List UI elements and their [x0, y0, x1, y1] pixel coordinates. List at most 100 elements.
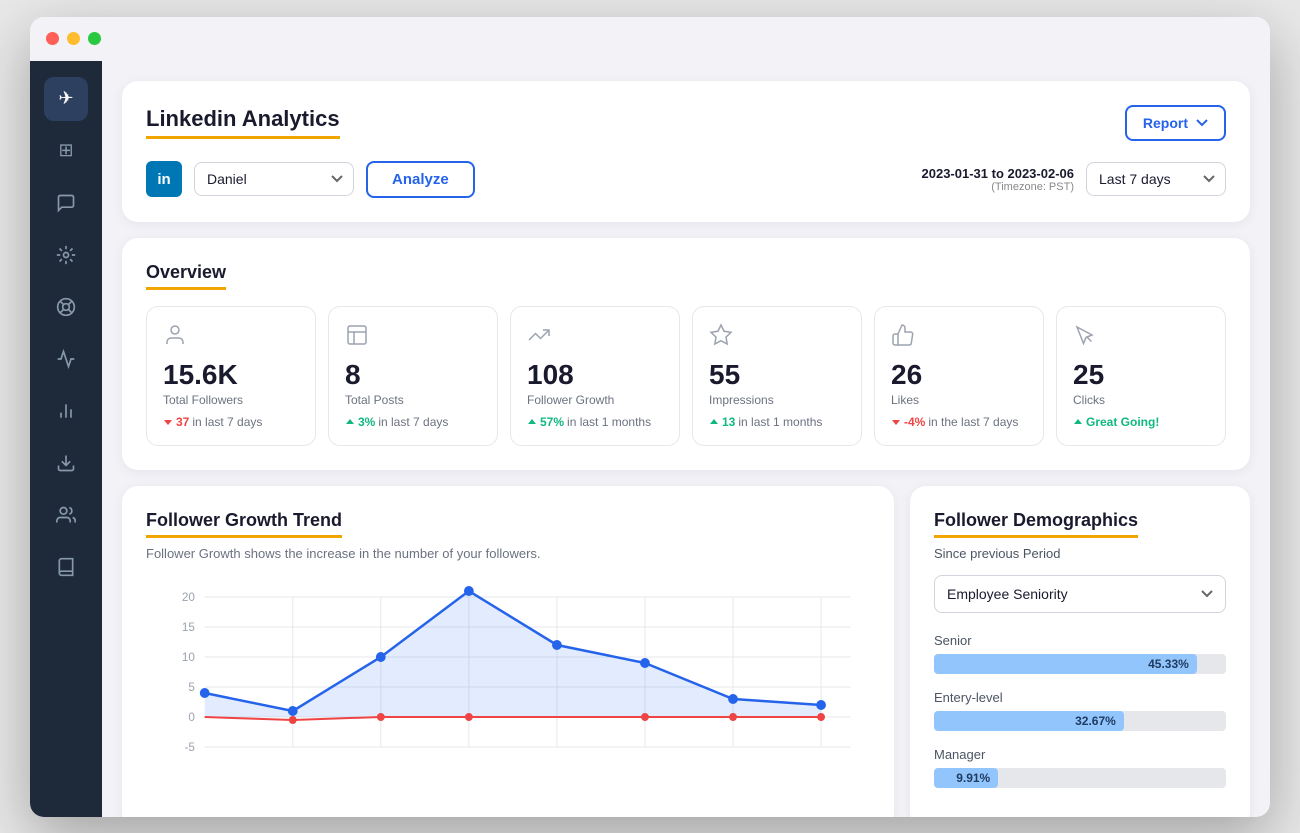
- clicks-icon: [1073, 323, 1209, 353]
- growth-icon: [527, 323, 663, 353]
- posts-change: 3% in last 7 days: [345, 415, 481, 429]
- sidebar-item-analytics[interactable]: [44, 389, 88, 433]
- bottom-section: Follower Growth Trend Follower Growth sh…: [122, 486, 1250, 817]
- likes-change: -4% in the last 7 days: [891, 415, 1027, 429]
- period-select[interactable]: Last 7 days Last 30 days Last 90 days Cu…: [1086, 162, 1226, 196]
- demo-bar-manager-track: 9.91%: [934, 768, 1226, 788]
- growth-value: 108: [527, 361, 663, 389]
- demo-bar-senior: Senior 45.33%: [934, 633, 1226, 674]
- growth-trend-card: Follower Growth Trend Follower Growth sh…: [122, 486, 894, 817]
- sidebar-item-dashboard[interactable]: ⊞: [44, 129, 88, 173]
- linkedin-badge: in: [146, 161, 182, 197]
- metric-card-likes: 26 Likes -4% in the last 7 days: [874, 306, 1044, 446]
- impressions-change: 13 in last 1 months: [709, 415, 845, 429]
- svg-text:0: 0: [188, 709, 195, 723]
- timezone-text: (Timezone: PST): [922, 181, 1075, 193]
- sidebar-item-navigation[interactable]: ✈: [44, 77, 88, 121]
- app-body: ✈ ⊞: [30, 61, 1270, 817]
- followers-change: 37 in last 7 days: [163, 415, 299, 429]
- impressions-value: 55: [709, 361, 845, 389]
- impressions-icon: [709, 323, 845, 353]
- analytics-card-header: Linkedin Analytics Report: [146, 105, 1226, 141]
- sidebar-item-library[interactable]: [44, 545, 88, 589]
- clicks-label: Clicks: [1073, 393, 1209, 407]
- metric-card-followers: 15.6K Total Followers 37 in last 7 days: [146, 306, 316, 446]
- growth-label: Follower Growth: [527, 393, 663, 407]
- up-arrow-icon-3: [709, 417, 719, 427]
- sidebar-item-campaigns[interactable]: [44, 337, 88, 381]
- date-range-info: 2023-01-31 to 2023-02-06 (Timezone: PST): [922, 166, 1075, 193]
- report-button-label: Report: [1143, 115, 1188, 131]
- minimize-button[interactable]: [67, 32, 80, 45]
- demographics-title: Follower Demographics: [934, 510, 1138, 538]
- metrics-grid: 15.6K Total Followers 37 in last 7 days: [146, 306, 1226, 446]
- followers-value: 15.6K: [163, 361, 299, 389]
- down-arrow-icon-2: [891, 417, 901, 427]
- clicks-value: 25: [1073, 361, 1209, 389]
- metric-card-posts: 8 Total Posts 3% in last 7 days: [328, 306, 498, 446]
- svg-text:15: 15: [182, 619, 195, 633]
- analytics-card: Linkedin Analytics Report in Daniel Anal…: [122, 81, 1250, 222]
- followers-icon: [163, 323, 299, 353]
- demo-bar-entrylevel-track: 32.67%: [934, 711, 1226, 731]
- svg-text:5: 5: [188, 679, 195, 693]
- demographics-card: Follower Demographics Since previous Per…: [910, 486, 1250, 817]
- sidebar-item-network[interactable]: [44, 233, 88, 277]
- demo-bar-senior-track: 45.33%: [934, 654, 1226, 674]
- demo-bar-manager: Manager 9.91%: [934, 747, 1226, 788]
- posts-icon: [345, 323, 481, 353]
- svg-text:20: 20: [182, 589, 195, 603]
- demographics-select[interactable]: Employee Seniority Job Function Industry…: [934, 575, 1226, 613]
- growth-change: 57% in last 1 months: [527, 415, 663, 429]
- metric-card-clicks: 25 Clicks Great Going!: [1056, 306, 1226, 446]
- main-content: Linkedin Analytics Report in Daniel Anal…: [102, 61, 1270, 817]
- likes-label: Likes: [891, 393, 1027, 407]
- up-arrow-icon-2: [527, 417, 537, 427]
- close-button[interactable]: [46, 32, 59, 45]
- sidebar-item-download[interactable]: [44, 441, 88, 485]
- app-window: ✈ ⊞: [30, 17, 1270, 817]
- clicks-change: Great Going!: [1073, 415, 1209, 429]
- controls-row: in Daniel Analyze 2023-01-31 to 2023-02-…: [146, 161, 1226, 198]
- posts-value: 8: [345, 361, 481, 389]
- demo-bar-manager-label: Manager: [934, 747, 1226, 762]
- demo-bar-senior-pct: 45.33%: [1148, 657, 1189, 671]
- likes-icon: [891, 323, 1027, 353]
- sidebar: ✈ ⊞: [30, 61, 102, 817]
- demo-bar-entrylevel-pct: 32.67%: [1075, 714, 1116, 728]
- growth-trend-chart: 20 15 10 5 0 -5: [146, 577, 870, 787]
- growth-trend-title: Follower Growth Trend: [146, 510, 342, 538]
- up-arrow-icon-4: [1073, 417, 1083, 427]
- up-arrow-icon: [345, 417, 355, 427]
- analytics-title: Linkedin Analytics: [146, 106, 340, 139]
- chevron-down-icon: [1196, 119, 1208, 127]
- demo-bar-senior-label: Senior: [934, 633, 1226, 648]
- maximize-button[interactable]: [88, 32, 101, 45]
- demo-bar-entrylevel: Entery-level 32.67%: [934, 690, 1226, 731]
- followers-label: Total Followers: [163, 393, 299, 407]
- titlebar: [30, 17, 1270, 61]
- metric-card-growth: 108 Follower Growth 57% in last 1 months: [510, 306, 680, 446]
- posts-label: Total Posts: [345, 393, 481, 407]
- demo-bar-senior-fill: 45.33%: [934, 654, 1197, 674]
- growth-trend-subtitle: Follower Growth shows the increase in th…: [146, 546, 870, 561]
- account-select[interactable]: Daniel: [194, 162, 354, 196]
- metric-card-impressions: 55 Impressions 13 in last 1 months: [692, 306, 862, 446]
- sidebar-item-users[interactable]: [44, 493, 88, 537]
- demo-bar-entrylevel-fill: 32.67%: [934, 711, 1124, 731]
- demo-bar-manager-pct: 9.91%: [956, 771, 990, 785]
- overview-card: Overview 15.6K Total Followers 37 in las…: [122, 238, 1250, 470]
- report-button[interactable]: Report: [1125, 105, 1226, 141]
- date-range-text: 2023-01-31 to 2023-02-06: [922, 166, 1075, 181]
- demo-bar-entrylevel-label: Entery-level: [934, 690, 1226, 705]
- analyze-button[interactable]: Analyze: [366, 161, 475, 198]
- down-arrow-icon: [163, 417, 173, 427]
- sidebar-item-messages[interactable]: [44, 181, 88, 225]
- overview-title: Overview: [146, 262, 226, 290]
- impressions-label: Impressions: [709, 393, 845, 407]
- svg-text:10: 10: [182, 649, 195, 663]
- sidebar-item-help[interactable]: [44, 285, 88, 329]
- svg-text:-5: -5: [184, 739, 195, 753]
- demo-bar-manager-fill: 9.91%: [934, 768, 998, 788]
- likes-value: 26: [891, 361, 1027, 389]
